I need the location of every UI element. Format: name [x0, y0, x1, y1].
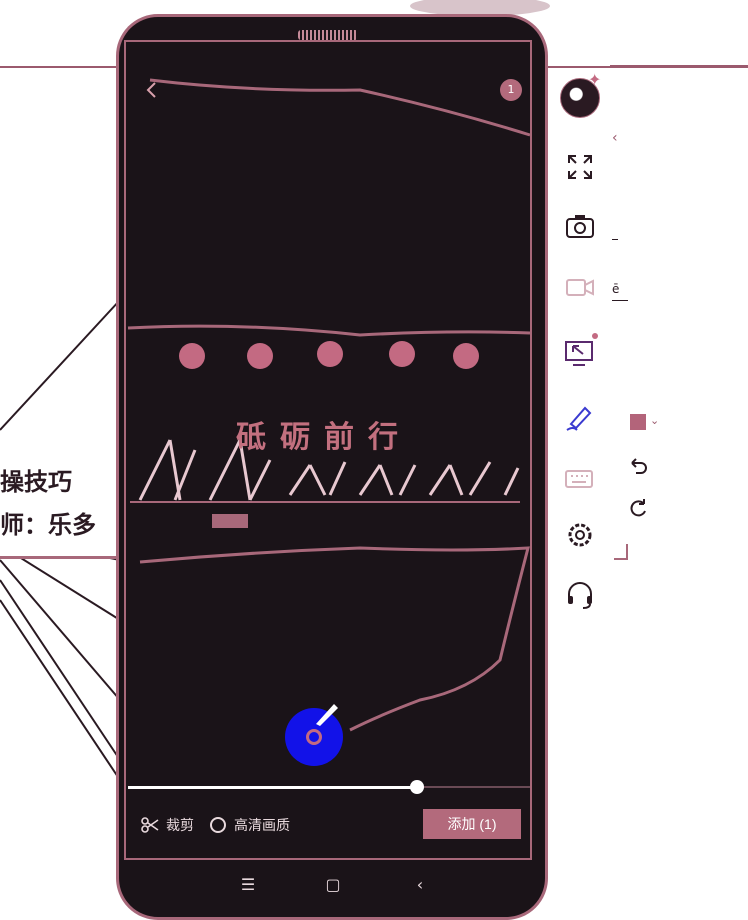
toolbar-divider [612, 239, 618, 240]
chevron-down-icon[interactable]: ⌄ [650, 414, 659, 427]
scissors-icon [141, 817, 159, 833]
collapse-toolbar-button[interactable]: ‹ [612, 130, 618, 146]
crop-label: 裁剪 [166, 818, 194, 834]
add-button[interactable]: 添加 (1) [423, 809, 521, 839]
toolbar-label-mark: ē [612, 282, 620, 296]
video-progress-thumb[interactable] [410, 780, 424, 794]
radio-circle-icon [210, 817, 226, 833]
banner-text: 砥砺前行 [236, 420, 412, 455]
pointer-ring [306, 729, 322, 745]
undo-icon [631, 458, 647, 474]
pen-tip-icon [316, 704, 338, 726]
nav-back-icon[interactable]: ‹ [400, 866, 440, 904]
video-camera-icon[interactable] [563, 270, 597, 304]
headset-icon[interactable] [563, 578, 597, 612]
sparkle-icon: ✦ [588, 70, 602, 89]
hd-quality-toggle[interactable]: 高清画质 [210, 808, 290, 842]
redo-button[interactable] [626, 496, 650, 520]
notification-dot [592, 333, 598, 339]
toolbar-divider-2 [612, 300, 628, 301]
corner-resize-handle[interactable] [614, 544, 628, 560]
editor-bottom-bar: 裁剪 高清画质 添加 (1) [140, 808, 530, 842]
back-button[interactable] [142, 78, 162, 102]
menu-icon[interactable]: ☰ [228, 866, 268, 904]
settings-icon[interactable] [563, 518, 597, 552]
hd-label: 高清画质 [234, 818, 290, 834]
lanterns [179, 341, 479, 369]
pen-icon[interactable] [563, 400, 597, 434]
fullscreen-icon[interactable] [563, 150, 597, 184]
selection-count-badge: 1 [500, 79, 522, 101]
crop-button[interactable]: 裁剪 [140, 808, 194, 842]
android-nav-bar: ☰ ▢ ‹ [124, 866, 532, 904]
pen-color-swatch[interactable] [630, 414, 646, 430]
redo-icon [630, 499, 646, 517]
pen-strokes [127, 78, 531, 732]
keyboard-icon[interactable] [563, 462, 597, 496]
camera-icon[interactable] [563, 210, 597, 244]
video-progress-fill [128, 786, 417, 789]
screen-share-icon[interactable] [563, 336, 597, 370]
video-progress-track [417, 786, 530, 788]
undo-button[interactable] [626, 454, 650, 478]
home-icon[interactable]: ▢ [313, 866, 353, 904]
chevron-left-icon [146, 82, 156, 98]
